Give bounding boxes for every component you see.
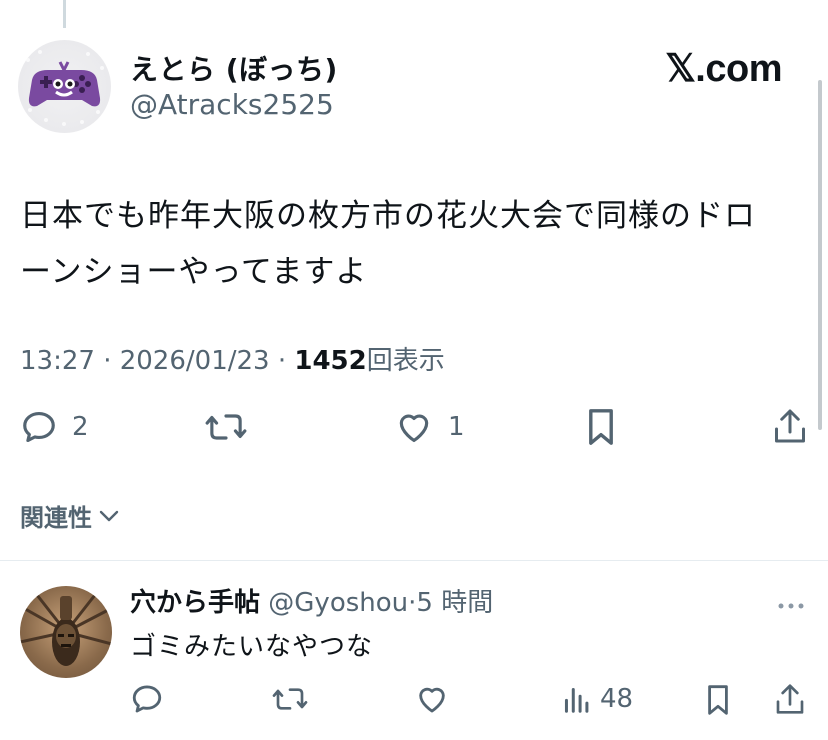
game-controller-icon (26, 50, 104, 126)
share-icon (775, 409, 805, 443)
like-count: 1 (448, 412, 465, 442)
bookmark-icon (708, 685, 728, 715)
tweet-text: 日本でも昨年大阪の枚方市の花火大会で同様のドロ ーンショーやってますよ (20, 188, 810, 300)
thread-connector-line (63, 0, 66, 28)
chevron-down-icon (99, 510, 119, 521)
divider (0, 560, 828, 561)
share-icon (776, 684, 804, 714)
reply-reply-button[interactable] (130, 682, 164, 716)
reply-author-handle[interactable]: @Gyoshou (268, 588, 408, 618)
bookmark-button[interactable] (584, 406, 618, 448)
analytics-icon (564, 687, 589, 713)
tweet-text-line: 日本でも昨年大阪の枚方市の花火大会で同様のドロ (20, 198, 756, 234)
view-count: 1452 (294, 346, 367, 376)
reply-text: ゴミみたいなやつな (130, 632, 374, 662)
more-dots-icon (778, 603, 804, 609)
reply-icon (132, 685, 162, 713)
reply-bookmark-button[interactable] (704, 682, 732, 718)
reply-author-avatar[interactable] (20, 586, 112, 678)
heart-icon (419, 687, 445, 713)
share-button[interactable] (772, 406, 808, 446)
retweet-icon (205, 414, 247, 440)
author-name[interactable]: えとら (ぼっち) (130, 48, 338, 88)
more-options-button[interactable] (776, 596, 806, 615)
reply-like-button[interactable] (414, 682, 450, 716)
reply-header: 穴から手帖 @Gyoshou·5 時間 (130, 582, 493, 619)
author-avatar[interactable] (18, 40, 111, 133)
reply-count: 2 (72, 412, 89, 442)
bookmark-icon (589, 409, 613, 445)
reply-views-button[interactable]: 48 (562, 684, 633, 714)
view-count-label: 回表示 (366, 346, 445, 376)
author-handle[interactable]: @Atracks2525 (130, 88, 334, 121)
sort-label: 関連性 (20, 504, 92, 532)
mask-avatar-image (20, 586, 112, 666)
x-com-logo: 𝕏.com (665, 48, 782, 90)
tweet-timestamp[interactable]: 13:27 · 2026/01/23 · (20, 346, 294, 376)
reply-retweet-button[interactable] (270, 683, 310, 715)
reply-author-name[interactable]: 穴から手帖 (130, 588, 260, 618)
reply-button[interactable]: 2 (20, 408, 89, 446)
reply-view-count: 48 (600, 684, 634, 714)
reply-timestamp[interactable]: 5 時間 (416, 588, 493, 618)
reply-share-button[interactable] (774, 681, 806, 717)
tweet-meta: 13:27 · 2026/01/23 · 1452回表示 (20, 340, 445, 377)
like-button[interactable]: 1 (394, 408, 465, 446)
retweet-button[interactable] (204, 408, 248, 446)
retweet-icon (272, 688, 308, 710)
reply-icon (23, 411, 55, 443)
heart-icon (399, 414, 429, 443)
scrollbar[interactable] (818, 80, 822, 430)
tweet-text-line: ーンショーやってますよ (20, 254, 368, 290)
sort-by-relevance-dropdown[interactable]: 関連性 (20, 498, 120, 533)
